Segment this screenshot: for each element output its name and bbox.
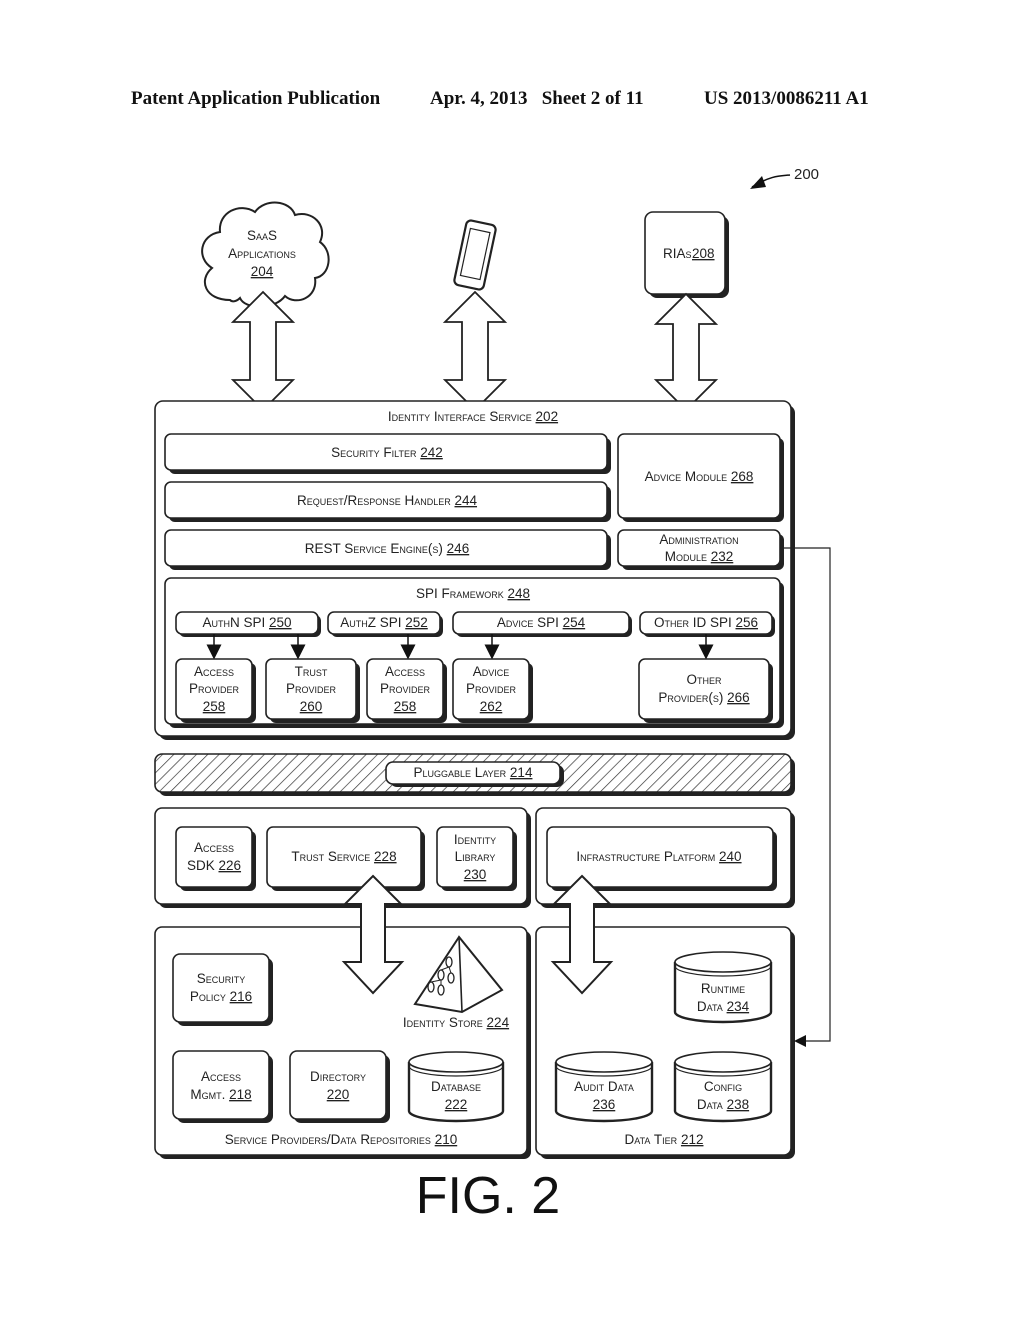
svg-text:222: 222 <box>445 1097 468 1112</box>
access-sdk-box: Access SDK 226 <box>175 826 256 891</box>
double-arrow <box>653 292 719 412</box>
svg-text:Trust Service 228: Trust Service 228 <box>291 849 396 864</box>
figure-ref-200: 200 <box>750 166 819 189</box>
svg-text:Audit Data: Audit Data <box>574 1079 634 1094</box>
svg-text:Identity: Identity <box>454 832 496 847</box>
authn-spi-box: AuthN SPI 250 <box>175 611 321 637</box>
rias-box: RIAs 208 <box>644 211 729 298</box>
svg-text:Runtime: Runtime <box>701 981 745 996</box>
security-filter-box: Security Filter 242 <box>164 433 611 474</box>
rest-service-engine-box: REST Service Engine(s) 246 <box>164 529 611 570</box>
svg-text:230: 230 <box>464 867 487 882</box>
svg-text:Provider(s) 266: Provider(s) 266 <box>658 690 749 705</box>
svg-text:260: 260 <box>300 699 323 714</box>
svg-text:SPI Framework 248: SPI Framework 248 <box>416 586 530 601</box>
architecture-diagram: 200 SaaS Applications 204 RIAs 208 Ident… <box>154 166 831 1225</box>
config-data-cylinder: Config Data 238 <box>673 1051 773 1123</box>
authz-spi-box: AuthZ SPI 252 <box>327 611 443 637</box>
svg-text:AuthN SPI 250: AuthN SPI 250 <box>202 615 291 630</box>
svg-text:Pluggable Layer 214: Pluggable Layer 214 <box>414 765 533 780</box>
tablet-device-icon <box>453 219 497 291</box>
figure-ref-number: 200 <box>794 166 819 183</box>
audit-data-cylinder: Audit Data 236 <box>554 1051 654 1123</box>
trust-service-box: Trust Service 228 <box>266 826 425 891</box>
svg-text:Database: Database <box>431 1079 481 1094</box>
pluggable-layer: Pluggable Layer 214 <box>154 753 795 796</box>
other-providers-box: Other Provider(s) 266 <box>638 658 773 723</box>
svg-text:Advice Module 268: Advice Module 268 <box>645 469 754 484</box>
svg-text:258: 258 <box>394 699 417 714</box>
administration-module-box: Administration Module 232 <box>617 529 784 570</box>
rias-num: 208 <box>692 246 715 261</box>
svg-text:SDK 226: SDK 226 <box>187 858 241 873</box>
svg-text:Access: Access <box>385 664 425 679</box>
runtime-data-cylinder: Runtime Data 234 <box>673 951 773 1024</box>
svg-text:Provider: Provider <box>380 681 431 696</box>
svg-text:Mgmt. 218: Mgmt. 218 <box>190 1087 251 1102</box>
request-response-handler-box: Request/Response Handler 244 <box>164 481 611 522</box>
svg-text:Trust: Trust <box>295 664 328 679</box>
svg-text:Policy 216: Policy 216 <box>190 989 252 1004</box>
svg-text:Infrastructure Platform 240: Infrastructure Platform 240 <box>576 849 741 864</box>
svg-text:236: 236 <box>593 1097 616 1112</box>
access-mgmt-box: Access Mgmt. 218 <box>172 1050 273 1123</box>
svg-text:Advice SPI 254: Advice SPI 254 <box>497 615 586 630</box>
trust-provider-box: Trust Provider 260 <box>265 658 360 723</box>
svg-text:Module 232: Module 232 <box>665 549 734 564</box>
identity-library-box: Identity Library 230 <box>436 826 517 891</box>
svg-text:Access: Access <box>201 1069 241 1084</box>
other-id-spi-box: Other ID SPI 256 <box>639 611 775 637</box>
rias-label: RIAs <box>663 246 692 261</box>
advice-provider-box: Advice Provider 262 <box>452 658 533 723</box>
svg-text:Administration: Administration <box>659 532 738 547</box>
svg-text:Advice: Advice <box>473 664 510 679</box>
svg-text:Provider: Provider <box>466 681 517 696</box>
access-provider-box-2: Access Provider 258 <box>366 658 447 723</box>
svg-text:Access: Access <box>194 664 234 679</box>
saas-line2: Applications <box>228 246 296 261</box>
svg-text:Directory: Directory <box>310 1069 366 1084</box>
saas-num: 204 <box>251 264 274 279</box>
directory-box: Directory 220 <box>289 1050 390 1123</box>
svg-text:Other ID SPI 256: Other ID SPI 256 <box>654 615 758 630</box>
access-provider-box: Access Provider 258 <box>175 658 256 723</box>
svg-text:Data Tier 212: Data Tier 212 <box>625 1132 704 1147</box>
svg-text:Provider: Provider <box>286 681 337 696</box>
svg-text:AuthZ SPI 252: AuthZ SPI 252 <box>340 615 428 630</box>
advice-spi-box: Advice SPI 254 <box>452 611 632 637</box>
svg-text:Security: Security <box>197 971 246 986</box>
iis-title: Identity Interface Service 202 <box>388 409 558 424</box>
database-cylinder: Database 222 <box>407 1051 505 1123</box>
svg-text:Provider: Provider <box>189 681 240 696</box>
figure-caption: FIG. 2 <box>416 1167 560 1225</box>
svg-text:Request/Response Handler 244: Request/Response Handler 244 <box>297 493 478 508</box>
saas-line1: SaaS <box>247 228 277 243</box>
connector-arrowhead-icon <box>794 1035 806 1047</box>
svg-text:Service Providers/Data Reposit: Service Providers/Data Repositories 210 <box>225 1132 457 1147</box>
double-arrow <box>230 290 296 412</box>
saas-applications-cloud: SaaS Applications 204 <box>201 201 330 308</box>
svg-text:Data 238: Data 238 <box>697 1097 749 1112</box>
security-policy-box: Security Policy 216 <box>172 953 273 1026</box>
svg-text:Library: Library <box>455 849 496 864</box>
svg-text:262: 262 <box>480 699 503 714</box>
svg-text:Security Filter 242: Security Filter 242 <box>331 445 443 460</box>
svg-text:220: 220 <box>327 1087 350 1102</box>
double-arrow <box>442 290 508 412</box>
svg-text:Config: Config <box>704 1079 742 1094</box>
svg-text:Access: Access <box>194 840 234 855</box>
svg-text:REST Service Engine(s) 246: REST Service Engine(s) 246 <box>305 541 469 556</box>
ref-arrow-icon <box>750 176 766 189</box>
advice-module-box: Advice Module 268 <box>617 433 784 522</box>
svg-text:258: 258 <box>203 699 226 714</box>
svg-text:Other: Other <box>686 672 722 687</box>
svg-text:Data 234: Data 234 <box>697 999 750 1014</box>
svg-text:Identity Store 224: Identity Store 224 <box>403 1015 510 1030</box>
